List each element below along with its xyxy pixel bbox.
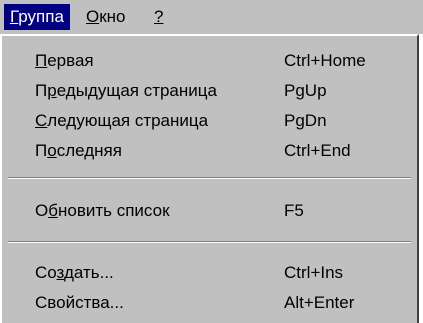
menu-item-label: Свойства... <box>35 293 124 312</box>
menu-item-shortcut: Ctrl+End <box>284 141 351 160</box>
menu-window-accel: О <box>86 7 100 26</box>
menu-item-shortcut: Alt+Enter <box>284 293 355 312</box>
menu-item-shortcut: PgUp <box>284 81 327 100</box>
menu-item-first[interactable]: Первая Ctrl+Home <box>2 46 417 76</box>
menu-item-label: Предыдущая страница <box>35 81 217 100</box>
menu-item-next-page[interactable]: Следующая страница PgDn <box>2 106 417 136</box>
menu-item-shortcut: Ctrl+Ins <box>284 263 344 282</box>
menu-item-previous-page[interactable]: Предыдущая страница PgUp <box>2 76 417 106</box>
menu-help[interactable]: ? <box>148 4 169 30</box>
menu-item-shortcut: Ctrl+Home <box>284 51 366 70</box>
menu-item-last[interactable]: Последняя Ctrl+End <box>2 136 417 166</box>
menu-item-create[interactable]: Создать... Ctrl+Ins <box>2 258 417 288</box>
menu-separator <box>8 177 411 179</box>
menu-bar: Группа Окно ? <box>0 0 423 34</box>
menu-item-shortcut: F5 <box>284 201 304 220</box>
menu-item-label: Последняя <box>35 141 122 160</box>
menu-group[interactable]: Группа <box>4 4 70 30</box>
menu-item-refresh-list[interactable]: Обновить список F5 <box>2 196 417 226</box>
menu-group-rest: руппа <box>18 7 64 26</box>
menu-window[interactable]: Окно <box>80 4 132 30</box>
menu-item-label: Первая <box>35 51 94 70</box>
menu-help-accel: ? <box>154 7 164 26</box>
menu-window-rest: кно <box>99 7 126 26</box>
menu-separator <box>8 241 411 243</box>
group-dropdown-menu: Первая Ctrl+Home Предыдущая страница PgU… <box>0 34 419 323</box>
menu-item-label: Создать... <box>35 263 114 282</box>
menu-item-label: Следующая страница <box>35 111 209 130</box>
menu-item-label: Обновить список <box>35 201 170 220</box>
menu-item-shortcut: PgDn <box>284 111 327 130</box>
menu-item-properties[interactable]: Свойства... Alt+Enter <box>2 288 417 318</box>
